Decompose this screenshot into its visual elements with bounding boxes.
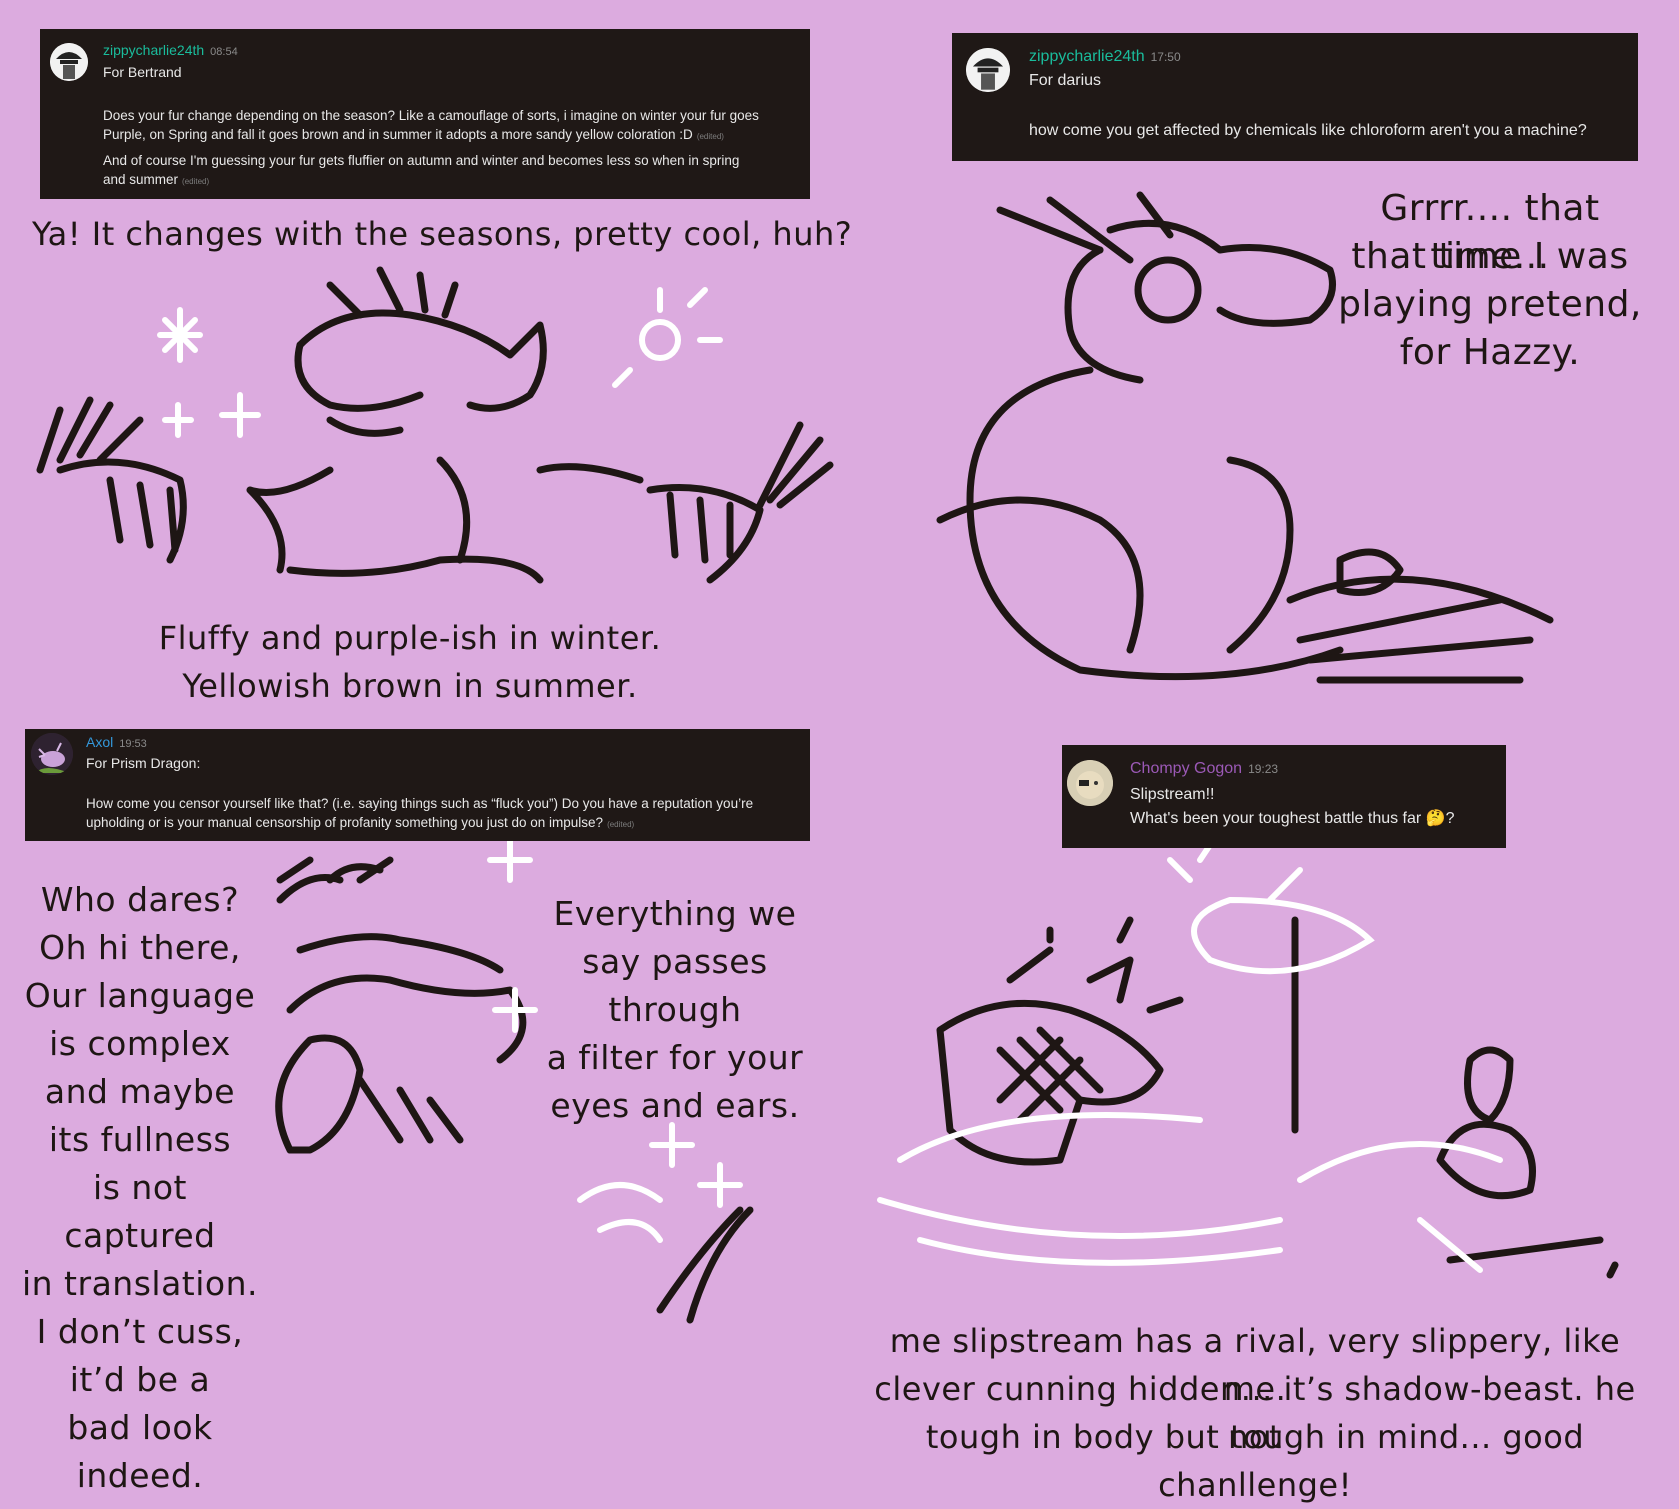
edited-tag: (edited) [182, 177, 210, 186]
message-text: How come you censor yourself like that? … [86, 796, 754, 811]
caption-line: indeed. [76, 1456, 204, 1495]
bertrand-drawing [36, 266, 834, 584]
message-text: Does your fur change depending on the se… [103, 108, 759, 123]
caption-line: Oh hi there, [39, 928, 241, 967]
caption-line: bad look [67, 1408, 213, 1447]
caption-line: its fullness [48, 1120, 232, 1159]
username[interactable]: zippycharlie24th [1029, 48, 1145, 65]
message-text: And of course I'm guessing your fur gets… [103, 153, 740, 168]
caption-bertrand-bottom-2: Yellowish brown in summer. [182, 667, 638, 705]
username[interactable]: zippycharlie24th [103, 42, 204, 58]
message-darius: zippycharlie24th 17:50 For darius how com… [952, 33, 1638, 161]
message-text: Slipstream!! [1130, 786, 1215, 803]
username[interactable]: Chompy Gogon [1130, 760, 1242, 777]
caption-line: is not captured [64, 1168, 216, 1255]
caption-line: in translation. [21, 1264, 258, 1303]
caption-darius-4: for Hazzy. [1399, 332, 1581, 373]
caption-line: is complex [49, 1024, 231, 1063]
edited-tag: (edited) [696, 132, 724, 141]
message-for-line: For Prism Dragon: [86, 755, 201, 771]
avatar-icon [966, 48, 1010, 92]
thinking-emoji-icon: 🤔 [1425, 810, 1446, 827]
avatar[interactable] [31, 733, 73, 775]
caption-line: Our language [24, 976, 256, 1015]
timestamp: 19:53 [119, 738, 147, 750]
message-prism: Axol 19:53 For Prism Dragon: How come you… [25, 729, 810, 841]
caption-line: Everything we [553, 894, 797, 933]
caption-slipstream-3: tough in body but tough in mind... good … [925, 1418, 1585, 1504]
caption-line: say passes through [582, 942, 768, 1029]
caption-line: eyes and ears. [550, 1086, 800, 1125]
timestamp: 08:54 [210, 46, 238, 58]
message-bertrand: zippycharlie24th 08:54 For Bertrand Does … [40, 29, 810, 199]
caption-prism-left: Who dares? Oh hi there, Our language is … [20, 876, 260, 1500]
caption-line: and maybe [44, 1072, 236, 1111]
avatar-icon [50, 43, 88, 81]
message-text: and summer [103, 172, 179, 187]
caption-line: Who dares? [40, 880, 240, 919]
timestamp: 17:50 [1150, 50, 1181, 64]
edited-tag: (edited) [607, 820, 635, 829]
message-text: upholding or is your manual censorship o… [86, 815, 604, 830]
caption-line: a filter for your [546, 1038, 804, 1077]
message-text: Purple, on Spring and fall it goes brown… [103, 127, 693, 142]
avatar[interactable] [966, 48, 1010, 92]
timestamp: 19:23 [1248, 762, 1279, 776]
caption-prism-right: Everything we say passes through a filte… [520, 890, 830, 1130]
caption-darius-3: playing pretend, [1338, 284, 1642, 325]
message-for-line: For Bertrand [103, 64, 182, 80]
avatar[interactable] [50, 43, 88, 81]
message-text-end: ? [1445, 810, 1455, 827]
avatar[interactable] [1067, 760, 1113, 806]
eyepatch-avatar-icon [1067, 760, 1113, 806]
caption-line: it’d be a [69, 1360, 211, 1399]
axolotl-avatar-icon [31, 733, 73, 775]
message-text: What's been your toughest battle thus fa… [1130, 810, 1422, 827]
username[interactable]: Axol [86, 734, 113, 750]
message-for-line: For darius [1029, 72, 1102, 89]
caption-bertrand-top: Ya! It changes with the seasons, pretty … [32, 215, 853, 253]
caption-bertrand-bottom-1: Fluffy and purple-ish in winter. [158, 619, 662, 657]
caption-line: I don’t cuss, [36, 1312, 244, 1351]
message-slipstream: Chompy Gogon 19:23 Slipstream!! What's be… [1062, 745, 1506, 848]
message-text: how come you get affected by chemicals l… [1029, 122, 1587, 139]
caption-darius-2: that time I was [1351, 236, 1629, 277]
